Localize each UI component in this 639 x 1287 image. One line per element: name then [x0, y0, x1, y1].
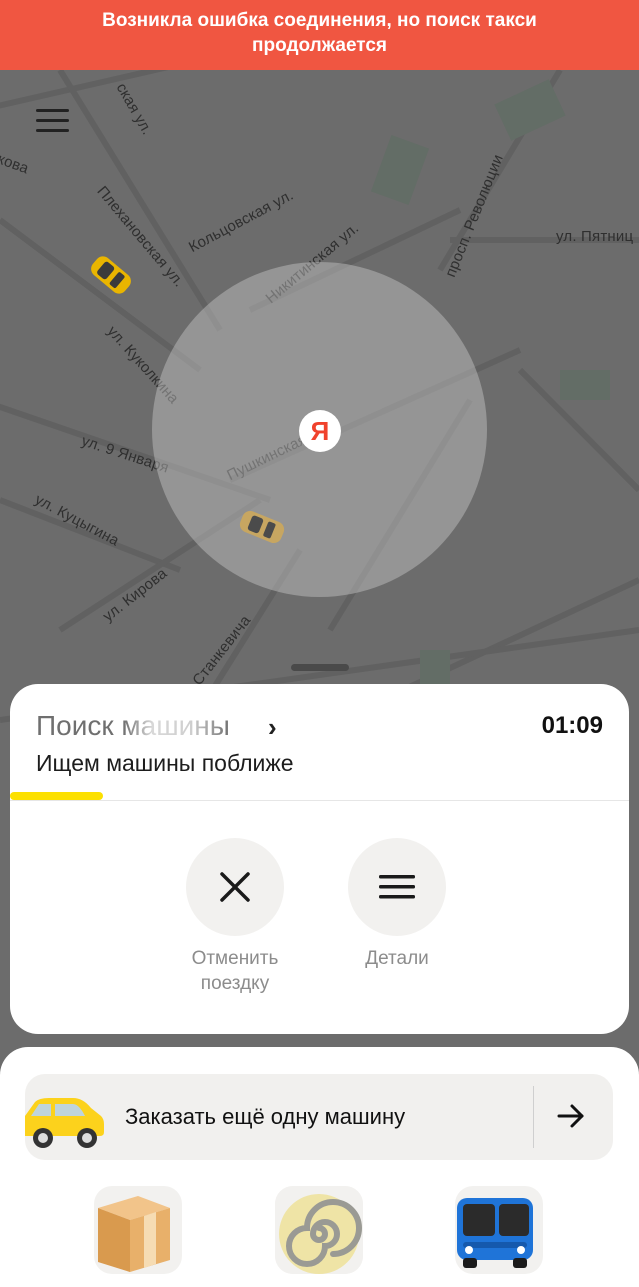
details-button[interactable]: Детали: [327, 838, 467, 971]
cancel-ride-label-line1: Отменить: [191, 948, 279, 969]
banner-line-2: продолжается: [252, 35, 387, 56]
search-title[interactable]: Поиск машины: [36, 710, 230, 742]
yellow-taxi-icon: [25, 1098, 104, 1148]
search-status-card: Поиск машины › 01:09 Ищем машины поближе…: [10, 684, 629, 1034]
street-label: ул. Пятниц: [556, 228, 634, 245]
cancel-ride-label: Отменить поездку: [165, 946, 305, 996]
details-label-line1: Детали: [365, 948, 429, 969]
banner-line-1: Возникла ошибка соединения, но поиск так…: [102, 10, 537, 31]
close-icon: [220, 872, 250, 902]
search-subtitle: Ищем машины поближе: [36, 750, 294, 776]
cancel-ride-button-circle[interactable]: [186, 838, 284, 936]
taxi-car-icon: [91, 256, 131, 294]
taxi-car-icon: [239, 510, 285, 544]
search-timer: 01:09: [541, 712, 603, 739]
arrow-right-icon[interactable]: [555, 1100, 587, 1132]
public-transport-button[interactable]: [455, 1186, 543, 1274]
details-button-circle[interactable]: [348, 838, 446, 936]
bus-icon: [457, 1198, 533, 1268]
details-label: Детали: [327, 946, 467, 971]
spiral-service-button[interactable]: [275, 1186, 363, 1274]
bottom-sheet: Заказать ещё одну машину: [0, 1047, 639, 1287]
sheet-drag-handle[interactable]: [291, 664, 349, 671]
search-progress-fill: [10, 792, 103, 800]
hamburger-menu-icon[interactable]: [30, 100, 74, 140]
connection-error-banner: Возникла ошибка соединения, но поиск так…: [0, 0, 639, 70]
cancel-ride-label-line2: поездку: [200, 973, 270, 994]
chevron-right-icon[interactable]: ›: [268, 712, 277, 743]
user-location-pin: Я: [299, 410, 341, 452]
search-progress-bar: [10, 792, 629, 800]
divider: [10, 800, 629, 801]
order-another-car-button[interactable]: Заказать ещё одну машину: [25, 1074, 613, 1160]
spiral-icon: [275, 1186, 363, 1274]
delivery-box-icon: [98, 1196, 170, 1272]
order-another-car-label: Заказать ещё одну машину: [125, 1104, 406, 1129]
cancel-ride-button[interactable]: Отменить поездку: [165, 838, 305, 996]
divider: [533, 1086, 534, 1148]
details-menu-icon: [379, 875, 415, 899]
delivery-service-button[interactable]: [94, 1186, 182, 1274]
